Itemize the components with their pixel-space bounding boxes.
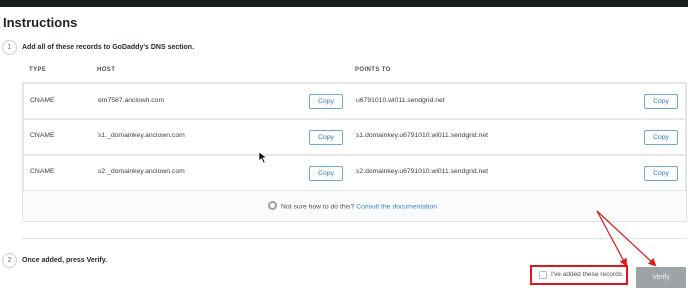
arrow-to-checkbox <box>596 210 627 267</box>
arrow-to-verify <box>596 210 657 267</box>
annotation-overlay <box>258 151 657 267</box>
mouse-cursor-icon <box>258 151 268 164</box>
